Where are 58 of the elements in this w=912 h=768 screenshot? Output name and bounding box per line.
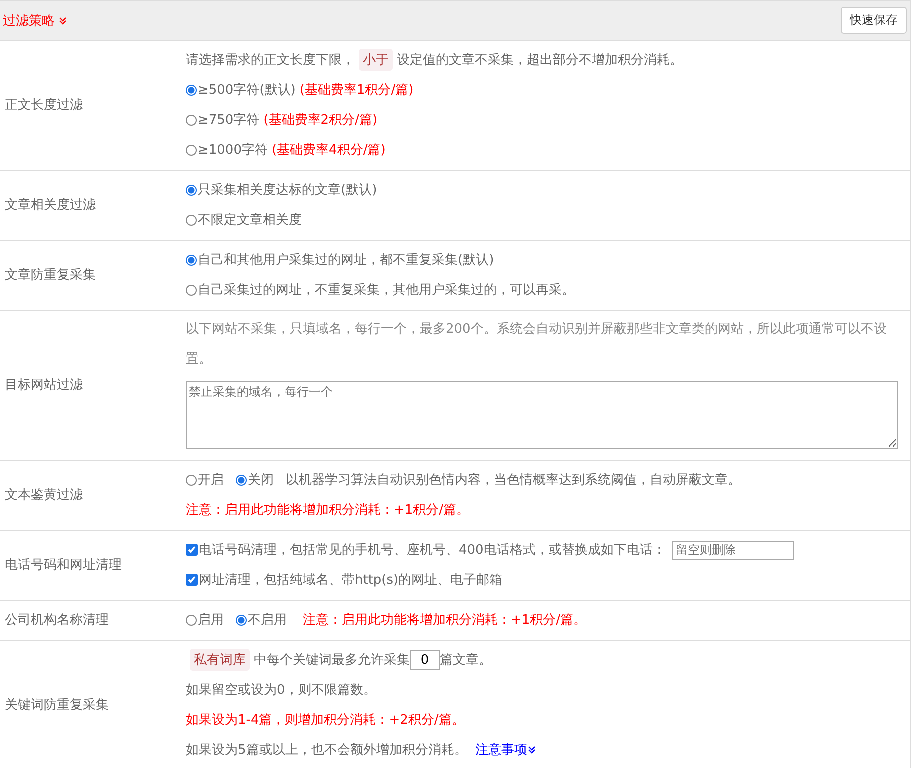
section-title[interactable]: 过滤策略: [3, 12, 55, 30]
row-label: 关键词防重复采集: [4, 697, 110, 715]
option-label[interactable]: 自己采集过的网址，不重复采集，其他用户采集过的，可以再采。: [198, 281, 575, 299]
description-text: 中每个关键词最多允许采集: [254, 652, 410, 669]
description-text: 如果设为5篇或以上，也不会额外增加积分消耗。: [186, 742, 468, 759]
checkbox[interactable]: [186, 574, 198, 586]
rate-note: (基础费率1积分/篇): [300, 82, 414, 99]
rate-note: (基础费率2积分/篇): [264, 112, 378, 129]
warning-note: 注意：启用此功能将增加积分消耗：+1积分/篇。: [186, 502, 470, 519]
description-text: 以机器学习算法自动识别色情内容，当色情概率达到系统阈值，自动屏蔽文章。: [286, 472, 741, 489]
row-label: 公司机构名称清理: [4, 612, 110, 630]
radio-button[interactable]: [186, 614, 197, 626]
radio-button[interactable]: [186, 114, 197, 126]
description-text: 如果留空或设为0，则不限篇数。: [186, 682, 376, 699]
phone-input-field[interactable]: 留空则删除: [672, 540, 794, 560]
option-label[interactable]: 自己和其他用户采集过的网址，都不重复采集(默认): [198, 251, 494, 269]
option-label[interactable]: 关闭: [248, 471, 274, 489]
option-label[interactable]: ≥1000字符: [198, 141, 268, 159]
description-text: 请选择需求的正文长度下限，: [186, 52, 355, 69]
warning-note: 如果设为1-4篇，则增加积分消耗：+2积分/篇。: [186, 712, 465, 729]
notes-link[interactable]: 注意事项: [475, 741, 528, 759]
option-label[interactable]: ≥750字符: [198, 111, 260, 129]
keyword-tag: 小于: [359, 49, 393, 71]
rate-note: (基础费率4积分/篇): [272, 142, 386, 159]
row-label: 文本鉴黄过滤: [4, 487, 84, 505]
option-label[interactable]: 不启用: [248, 611, 287, 629]
option-label[interactable]: 开启: [198, 471, 224, 489]
radio-button[interactable]: [236, 614, 247, 626]
row-label: 文章防重复采集: [4, 267, 97, 285]
checkbox[interactable]: [186, 544, 198, 556]
description-text: 以下网站不采集，只填域名，每行一个，最多200个。系统会自动识别并屏蔽那些非文章类的网站，所以此项通常可以不设置。: [186, 321, 888, 369]
radio-button[interactable]: [186, 474, 197, 486]
row-label: 正文长度过滤: [4, 97, 84, 115]
description-text: 设定值的文章不采集，超出部分不增加积分消耗。: [397, 52, 683, 69]
warning-note: 注意：启用此功能将增加积分消耗：+1积分/篇。: [303, 612, 587, 629]
row-label: 电话号码和网址清理: [4, 557, 123, 575]
radio-button[interactable]: [186, 254, 197, 266]
keyword-tag: 私有词库: [190, 649, 250, 671]
double-chevron-icon[interactable]: [59, 16, 67, 24]
option-label[interactable]: 网址清理，包括纯域名、带http(s)的网址、电子邮箱: [199, 571, 503, 589]
radio-button[interactable]: [186, 144, 197, 156]
radio-button[interactable]: [186, 284, 197, 296]
quick-save-button[interactable]: 快速保存: [841, 7, 907, 34]
option-label[interactable]: ≥500字符(默认): [198, 81, 296, 99]
option-label[interactable]: 不限定文章相关度: [198, 211, 302, 229]
radio-button[interactable]: [236, 474, 247, 486]
radio-button[interactable]: [186, 184, 197, 196]
row-label: 目标网站过滤: [4, 377, 84, 395]
domain-input-field[interactable]: 禁止采集的域名，每行一个: [186, 381, 898, 449]
radio-button[interactable]: [186, 214, 197, 226]
row-label: 文章相关度过滤: [4, 197, 97, 215]
option-label[interactable]: 只采集相关度达标的文章(默认): [198, 181, 378, 199]
count-input-field[interactable]: 0: [410, 650, 440, 670]
radio-button[interactable]: [186, 84, 197, 96]
description-text: 篇文章。: [440, 652, 492, 669]
option-label[interactable]: 电话号码清理，包括常见的手机号、座机号、400电话格式，或替换成如下电话：: [199, 541, 666, 559]
double-chevron-icon[interactable]: [528, 746, 536, 754]
option-label[interactable]: 启用: [198, 611, 224, 629]
